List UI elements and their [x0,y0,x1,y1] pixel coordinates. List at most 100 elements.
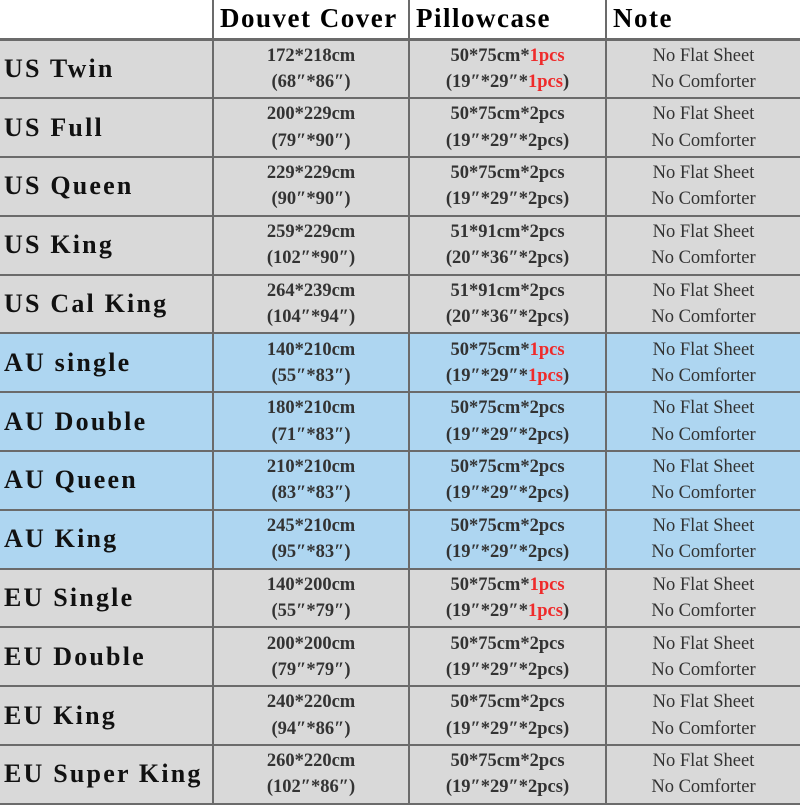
column-header-size [0,0,214,41]
row-size-name: AU King [0,508,214,569]
pillowcase-inch-close-paren: ) [562,130,570,151]
table-row: EU Super King 260*220cm (102″*86″) 50*75cm*… [0,744,800,805]
pillowcase-inch-quantity: 1pcs [527,72,563,93]
table-row: US Twin 172*218cm (68″*86″) 50*75cm*1pcs (19… [0,38,800,99]
note-line-comforter: No Comforter [651,248,756,269]
cell-pillowcase: 50*75cm*2pcs (19″*29″*2pcs) [409,508,607,569]
cell-duvet-cover: 229*229cm (90″*90″) [213,156,410,216]
duvet-size-inch: (95″*83″) [271,542,351,563]
cell-note: No Flat Sheet No Comforter [606,391,800,452]
duvet-size-cm: 140*210cm [266,339,356,360]
pillowcase-inch-close-paren: ) [562,777,570,798]
table-row: US Queen 229*229cm (90″*90″) 50*75cm*2pcs (1… [0,156,800,216]
pillowcase-size-inch: (19″*29″*1pcs) [410,69,604,95]
note-line-comforter: No Comforter [651,718,756,739]
cell-pillowcase: 51*91cm* 2pcs (20″*36″*2pcs) [409,214,607,275]
cell-duvet-cover: 200*229cm (79″*90″) [213,97,410,158]
pillowcase-cm-dimensions: 50*75cm* [450,751,530,772]
row-size-name: EU Double [0,626,214,687]
pillowcase-inch-dimensions: (19″*29″* [445,72,528,93]
pillowcase-inch-quantity: 2pcs [527,483,563,504]
table-row: AU Queen 210*210cm (83″*83″) 50*75cm*2pcs (1… [0,450,800,510]
duvet-size-inch: (68″*86″) [271,72,351,93]
note-line-comforter: No Comforter [651,601,756,622]
pillowcase-cm-quantity: 2pcs [529,516,565,536]
pillowcase-size-cm: 50*75cm*1pcs [410,43,604,69]
pillowcase-inch-dimensions: (19″*29″* [445,483,528,504]
pillowcase-inch-close-paren: ) [562,189,570,210]
column-header-note: Note [606,0,800,41]
duvet-size-inch: (94″*86″) [271,718,351,739]
note-line-flat-sheet: No Flat Sheet [652,280,755,301]
pillowcase-inch-quantity: 2pcs [527,189,563,210]
duvet-size-inch: (102″*90″) [266,248,356,269]
cell-note: No Flat Sheet No Comforter [606,744,800,805]
pillowcase-cm-dimensions: 50*75cm* [450,163,530,184]
note-line-comforter: No Comforter [651,365,756,386]
pillowcase-cm-quantity: 1pcs [529,45,565,66]
pillowcase-inch-close-paren: ) [562,542,570,563]
table-row: EU Double 200*200cm (79″*79″) 50*75cm*2pcs(… [0,626,800,687]
pillowcase-size-cm: 50*75cm*2pcs [410,454,604,480]
row-size-name: US King [0,214,214,275]
duvet-size-cm: 260*220cm [266,751,356,772]
pillowcase-inch-dimensions: (19″*29″* [445,542,528,563]
pillowcase-cm-dimensions: 50*75cm* [450,45,530,66]
pillowcase-size-inch: (20″*36″*2pcs) [410,304,604,330]
row-size-name: AU Queen [0,450,214,510]
table-row: US Full 200*229cm (79″*90″) 50*75cm*2pcs (19… [0,97,800,158]
pillowcase-size-inch: (20″*36″*2pcs) [410,245,604,271]
pillowcase-size-cm: 50*75cm*1pcs [410,337,604,363]
pillowcase-inch-quantity: 2pcs [527,659,563,680]
note-line-comforter: No Comforter [651,483,756,504]
duvet-size-inch: (55″*83″) [271,365,351,386]
cell-duvet-cover: 245*210cm (95″*83″) [213,508,410,569]
pillowcase-inch-quantity: 2pcs [527,777,563,798]
pillowcase-inch-close-paren: ) [562,659,570,680]
duvet-size-cm: 245*210cm [266,516,356,536]
row-size-name: AU Double [0,391,214,452]
note-line-flat-sheet: No Flat Sheet [652,398,755,419]
cell-duvet-cover: 259*229cm (102″*90″) [213,214,410,275]
pillowcase-inch-dimensions: (19″*29″* [445,601,528,622]
pillowcase-cm-quantity: 2pcs [529,633,565,654]
pillowcase-inch-close-paren: ) [562,72,570,93]
note-line-flat-sheet: No Flat Sheet [652,516,755,536]
cell-note: No Flat Sheet No Comforter [606,567,800,628]
duvet-size-inch: (55″*79″) [271,601,351,622]
cell-note: No Flat Sheet No Comforter [606,332,800,393]
note-line-flat-sheet: No Flat Sheet [652,163,755,184]
pillowcase-cm-dimensions: 50*75cm* [450,574,530,595]
row-size-name: AU single [0,332,214,393]
pillowcase-cm-quantity: 2pcs [529,457,565,478]
cell-duvet-cover: 180*210cm (71″*83″) [213,391,410,452]
pillowcase-cm-dimensions: 50*75cm* [450,692,530,713]
pillowcase-size-inch: (19″*29″*2pcs) [410,774,604,800]
pillowcase-size-cm: 50*75cm*2pcs [410,689,604,715]
pillowcase-size-cm: 50*75cm*2pcs [410,101,604,127]
note-line-flat-sheet: No Flat Sheet [652,104,755,125]
duvet-size-inch: (79″*90″) [271,130,351,151]
pillowcase-cm-dimensions: 51*91cm* [450,222,530,243]
pillowcase-inch-quantity: 2pcs [527,424,563,445]
cell-pillowcase: 50*75cm*1pcs (19″*29″*1pcs) [409,567,607,628]
table-row: US King 259*229cm (102″*90″) 51*91cm* 2pcs (2… [0,214,800,275]
cell-pillowcase: 50*75cm*2pcs (19″*29″*2pcs) [409,156,607,216]
pillowcase-size-inch: (19″*29″*2pcs) [410,480,604,506]
pillowcase-inch-close-paren: ) [562,483,570,504]
pillowcase-inch-quantity: 2pcs [527,248,563,269]
pillowcase-cm-dimensions: 50*75cm* [450,339,530,360]
cell-pillowcase: 50*75cm*2pcs (19″*29″*2pcs) [409,450,607,510]
table-header: Douvet Cover Pillowcase Note [0,0,800,41]
note-line-flat-sheet: No Flat Sheet [652,339,755,360]
pillowcase-inch-close-paren: ) [562,365,570,386]
duvet-size-inch: (102″*86″) [266,777,356,798]
row-size-name: US Twin [0,38,214,99]
size-chart-sheet: Douvet Cover Pillowcase Note US Twin 172*… [0,0,800,805]
cell-pillowcase: 51*91cm*2pcs (20″*36″*2pcs) [409,273,607,334]
bedding-size-chart-table: Douvet Cover Pillowcase Note US Twin 172*… [0,0,800,805]
duvet-size-cm: 200*200cm [266,633,356,654]
cell-duvet-cover: 140*200cm (55″*79″) [213,567,410,628]
pillowcase-size-inch: (19″*29″*1pcs) [410,598,604,624]
pillowcase-inch-close-paren: ) [562,718,570,739]
